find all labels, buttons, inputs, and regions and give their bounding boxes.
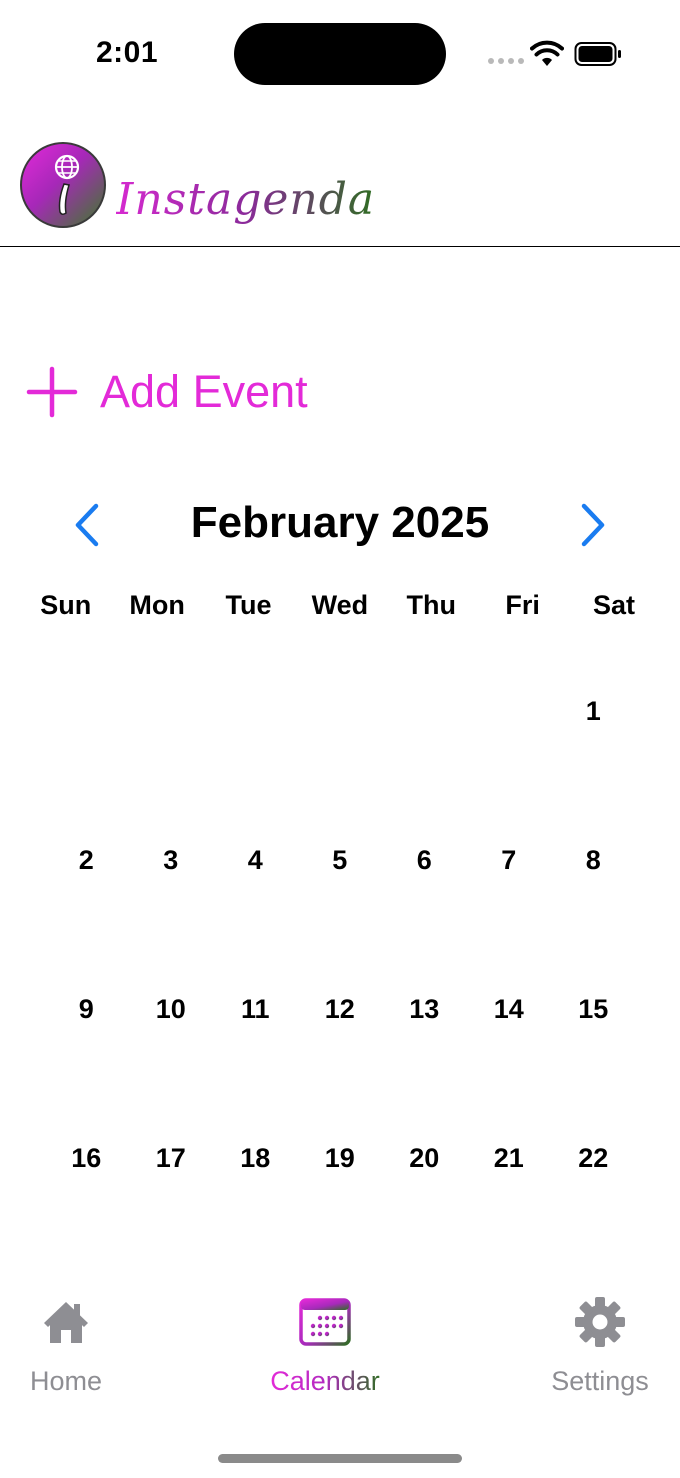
weekday-label: Mon <box>129 590 185 620</box>
day-cell[interactable]: 7 <box>467 839 552 988</box>
tab-home-label: Home <box>29 1366 103 1396</box>
day-cell[interactable]: 9 <box>44 988 129 1137</box>
tab-calendar[interactable]: Calendar <box>260 1296 390 1397</box>
add-event-label: Add Event <box>100 366 308 417</box>
day-cell[interactable]: 16 <box>44 1137 129 1286</box>
tab-calendar-label: Calendar <box>270 1366 380 1396</box>
tab-settings-label: Settings <box>551 1366 649 1396</box>
day-cell[interactable]: 12 <box>298 988 383 1137</box>
week-row: 1 <box>44 690 636 839</box>
tab-bar: Home Calendar Settings <box>0 1290 680 1410</box>
day-cell[interactable]: 11 <box>213 988 298 1137</box>
day-cell[interactable]: 21 <box>467 1137 552 1286</box>
day-cell[interactable]: 5 <box>298 839 383 988</box>
calendar-grid: 1 2 3 4 5 6 7 8 9 10 11 12 13 14 15 16 1… <box>44 690 636 1286</box>
tab-home[interactable]: Home <box>18 1296 114 1397</box>
app-name-logo: Instagenda <box>116 174 376 225</box>
week-row: 16 17 18 19 20 21 22 <box>44 1137 636 1286</box>
app-logo-icon <box>20 142 106 228</box>
battery-icon <box>574 42 621 66</box>
day-cell[interactable]: 14 <box>467 988 552 1137</box>
plus-icon <box>26 366 78 418</box>
status-bar: 2:01 <box>0 0 680 110</box>
weekday-label: Thu <box>406 590 456 620</box>
day-cell-empty <box>382 690 467 839</box>
add-event-button[interactable]: Add Event <box>26 366 308 418</box>
home-indicator[interactable] <box>218 1454 462 1463</box>
day-cell[interactable]: 20 <box>382 1137 467 1286</box>
day-cell[interactable]: 18 <box>213 1137 298 1286</box>
day-cell[interactable]: 2 <box>44 839 129 988</box>
day-cell[interactable]: 3 <box>129 839 214 988</box>
day-cell[interactable]: 6 <box>382 839 467 988</box>
calendar-icon <box>299 1298 351 1346</box>
app-header: Instagenda <box>0 110 680 247</box>
day-cell[interactable]: 4 <box>213 839 298 988</box>
gear-icon <box>575 1297 625 1347</box>
day-cell[interactable]: 13 <box>382 988 467 1137</box>
cellular-signal-icon <box>488 58 524 64</box>
house-icon <box>44 1302 88 1343</box>
weekday-label: Fri <box>505 590 540 620</box>
week-row: 2 3 4 5 6 7 8 <box>44 839 636 988</box>
day-cell-empty <box>129 690 214 839</box>
weekday-label: Wed <box>311 590 369 620</box>
month-navigation: February 2025 <box>0 490 680 560</box>
day-cell[interactable]: 10 <box>129 988 214 1137</box>
weekday-label: Tue <box>225 590 272 620</box>
wifi-icon <box>530 40 564 66</box>
week-row: 9 10 11 12 13 14 15 <box>44 988 636 1137</box>
day-cell-empty <box>298 690 383 839</box>
status-time: 2:01 <box>96 36 159 69</box>
tab-settings[interactable]: Settings <box>540 1296 660 1397</box>
day-cell[interactable]: 19 <box>298 1137 383 1286</box>
dynamic-island <box>234 23 446 85</box>
weekday-label: Sat <box>593 590 636 620</box>
day-cell[interactable]: 22 <box>551 1137 636 1286</box>
day-cell[interactable]: 15 <box>551 988 636 1137</box>
day-cell[interactable]: 17 <box>129 1137 214 1286</box>
day-cell[interactable]: 8 <box>551 839 636 988</box>
weekday-label: Sun <box>40 590 92 620</box>
day-cell[interactable]: 1 <box>551 690 636 839</box>
weekday-header: Sun Mon Tue Wed Thu Fri Sat <box>20 590 660 621</box>
next-month-button[interactable] <box>572 500 612 550</box>
day-cell-empty <box>213 690 298 839</box>
day-cell-empty <box>44 690 129 839</box>
day-cell-empty <box>467 690 552 839</box>
